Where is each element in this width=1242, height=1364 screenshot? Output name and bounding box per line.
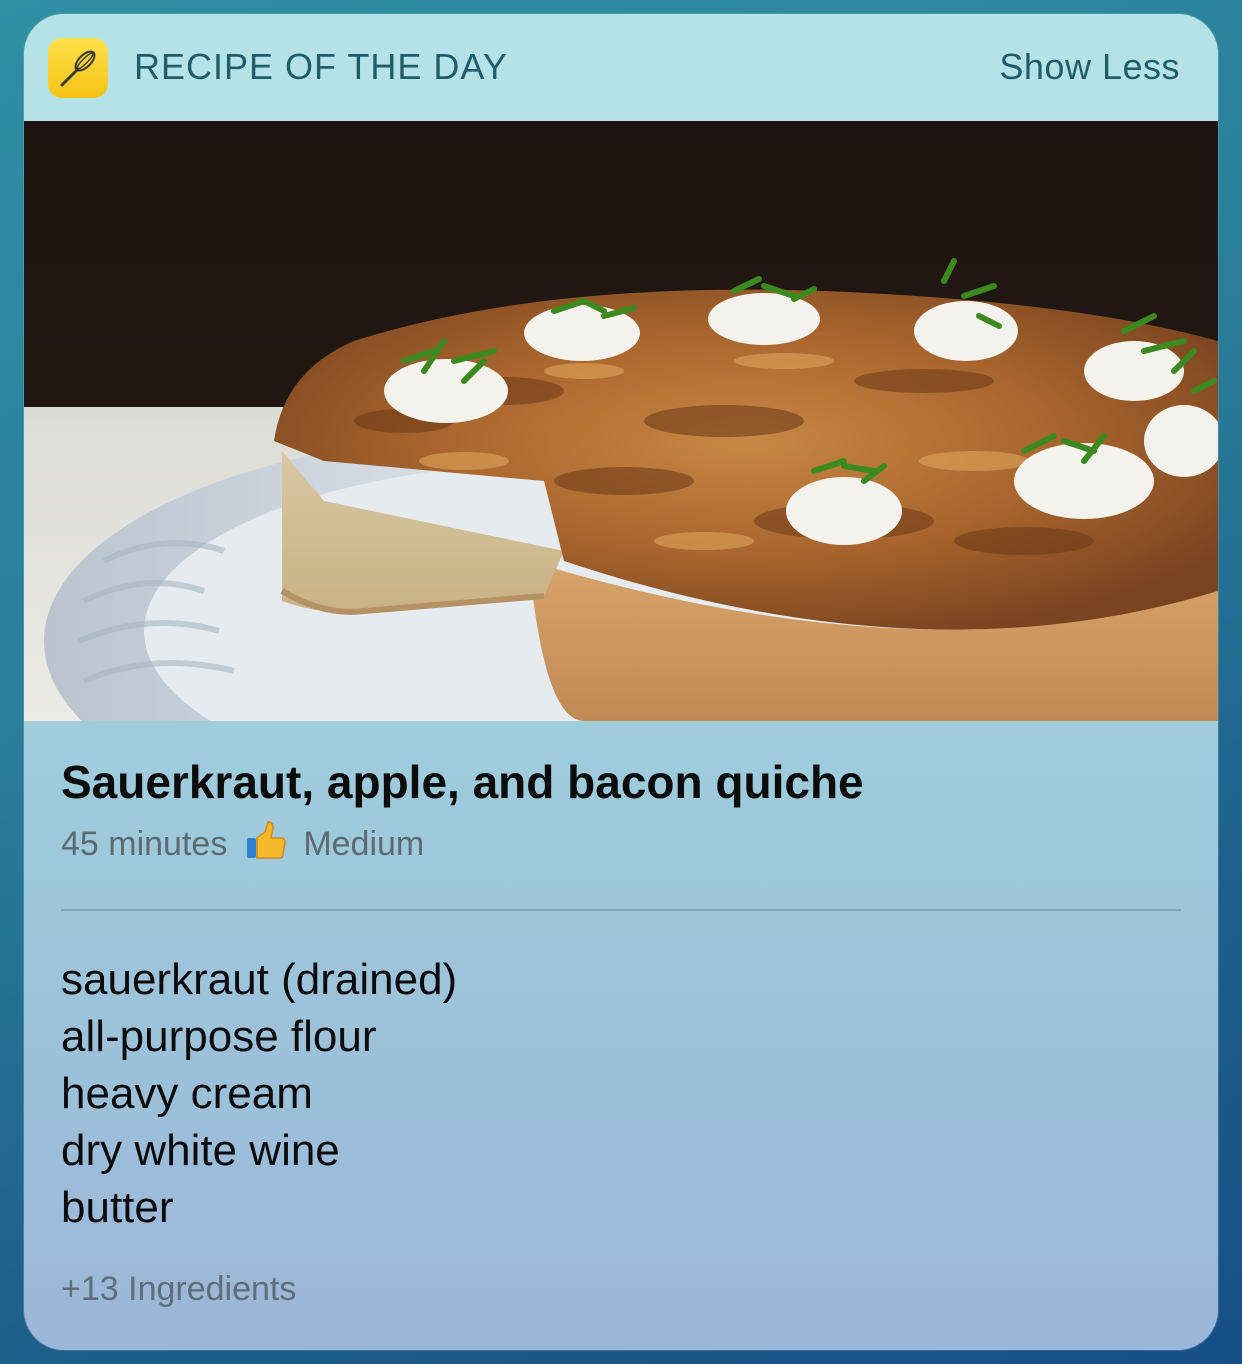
quiche-photo[interactable] — [24, 121, 1218, 721]
thumbs-up-icon — [243, 818, 287, 871]
show-less-button[interactable]: Show Less — [999, 46, 1180, 88]
widget-title: RECIPE OF THE DAY — [134, 46, 508, 87]
list-item: sauerkraut (drained) — [61, 955, 458, 1004]
divider — [61, 909, 1181, 911]
ingredient-list: sauerkraut (drained) all-purpose flour h… — [61, 951, 1181, 1236]
list-item: dry white wine — [61, 1126, 340, 1175]
widget-header: RECIPE OF THE DAY Show Less — [24, 14, 1218, 121]
more-ingredients-link[interactable]: +13 Ingredients — [61, 1270, 296, 1309]
list-item: all-purpose flour — [61, 1012, 377, 1061]
recipe-widget: RECIPE OF THE DAY Show Less Sauerkraut, … — [24, 14, 1218, 1350]
list-item: butter — [61, 1183, 174, 1232]
recipe-meta: 45 minutes Medium — [61, 818, 1181, 871]
list-item: heavy cream — [61, 1069, 313, 1118]
whisk-icon[interactable] — [48, 38, 108, 98]
cook-time: 45 minutes — [61, 825, 228, 863]
recipe-title[interactable]: Sauerkraut, apple, and bacon quiche — [61, 754, 1181, 810]
recipe-details: Sauerkraut, apple, and bacon quiche 45 m… — [61, 754, 1181, 1252]
difficulty-label: Medium — [303, 825, 425, 863]
